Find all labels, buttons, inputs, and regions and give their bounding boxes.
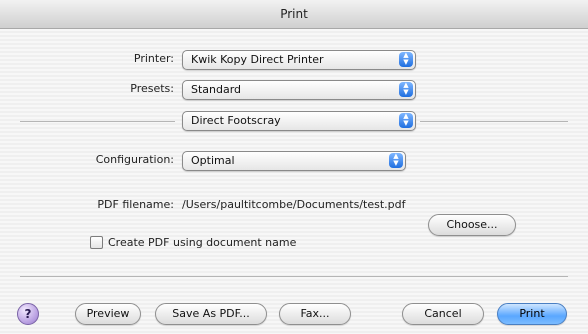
up-down-arrows-icon: ▲ ▼ <box>399 82 413 97</box>
create-pdf-checkbox[interactable] <box>90 236 103 249</box>
printer-value: Kwik Kopy Direct Printer <box>191 53 324 66</box>
window-title: Print <box>280 7 308 21</box>
save-as-pdf-button[interactable]: Save As PDF... <box>155 303 267 325</box>
presets-popup[interactable]: Standard ▲ ▼ <box>182 80 416 100</box>
help-icon[interactable]: ? <box>17 303 39 325</box>
configuration-value: Optimal <box>191 154 235 167</box>
preview-button[interactable]: Preview <box>75 303 141 325</box>
up-down-arrows-icon: ▲ ▼ <box>389 153 403 168</box>
section-divider-right <box>420 121 568 122</box>
printer-label: Printer: <box>133 52 174 65</box>
create-pdf-checkbox-label[interactable]: Create PDF using document name <box>108 236 296 249</box>
print-dialog: Print Printer: Kwik Kopy Direct Printer … <box>0 0 588 334</box>
pdf-filename-value: /Users/paultitcombe/Documents/test.pdf <box>182 198 406 211</box>
print-button[interactable]: Print <box>497 303 567 325</box>
fax-button[interactable]: Fax... <box>279 303 351 325</box>
up-down-arrows-icon: ▲ ▼ <box>399 113 413 128</box>
cancel-button[interactable]: Cancel <box>402 303 484 325</box>
dialog-content <box>0 29 588 334</box>
up-down-arrows-icon: ▲ ▼ <box>399 52 413 67</box>
choose-button[interactable]: Choose... <box>428 214 516 236</box>
presets-value: Standard <box>191 83 242 96</box>
title-bar[interactable]: Print <box>0 0 588 29</box>
configuration-popup[interactable]: Optimal ▲ ▼ <box>182 151 406 171</box>
panel-popup[interactable]: Direct Footscray ▲ ▼ <box>182 111 416 131</box>
configuration-label: Configuration: <box>95 153 174 166</box>
section-divider-left <box>20 121 175 122</box>
presets-label: Presets: <box>130 82 174 95</box>
printer-popup[interactable]: Kwik Kopy Direct Printer ▲ ▼ <box>182 50 416 70</box>
panel-value: Direct Footscray <box>191 114 281 127</box>
pdf-filename-label: PDF filename: <box>97 198 174 211</box>
footer-divider <box>20 276 568 277</box>
